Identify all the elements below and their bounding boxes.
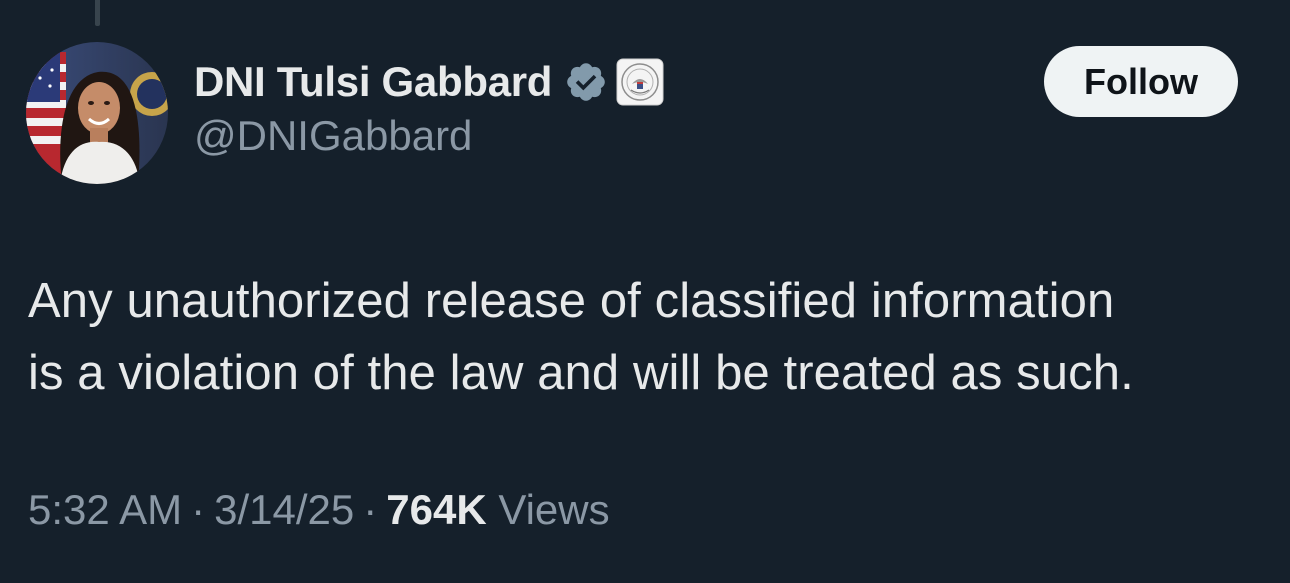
user-handle[interactable]: @DNIGabbard xyxy=(194,112,664,160)
odni-seal-icon[interactable] xyxy=(616,58,664,106)
tweet-metadata: 5:32 AM · 3/14/25 · 764K Views xyxy=(28,486,610,534)
name-row: DNI Tulsi Gabbard xyxy=(194,56,664,108)
follow-button[interactable]: Follow xyxy=(1044,46,1238,117)
views-label: Views xyxy=(498,486,610,533)
tweet-date[interactable]: 3/14/25 xyxy=(214,486,354,533)
verified-badge-icon[interactable] xyxy=(564,60,608,104)
tweet-text-line: Any unauthorized release of classified i… xyxy=(28,274,1115,328)
tweet-time[interactable]: 5:32 AM xyxy=(28,486,182,533)
tweet-text: Any unauthorized release of classified i… xyxy=(28,265,1268,409)
display-name[interactable]: DNI Tulsi Gabbard xyxy=(194,58,552,106)
avatar[interactable] xyxy=(26,42,168,184)
separator-dot: · xyxy=(191,486,206,533)
tweet-author-header: DNI Tulsi Gabbard @DNIGabbard xyxy=(194,56,664,160)
views-count[interactable]: 764K xyxy=(386,486,486,533)
profile-photo xyxy=(26,42,168,184)
separator-dot: · xyxy=(363,486,378,533)
thread-connector-line xyxy=(95,0,100,26)
tweet-text-line: is a violation of the law and will be tr… xyxy=(28,346,1134,400)
